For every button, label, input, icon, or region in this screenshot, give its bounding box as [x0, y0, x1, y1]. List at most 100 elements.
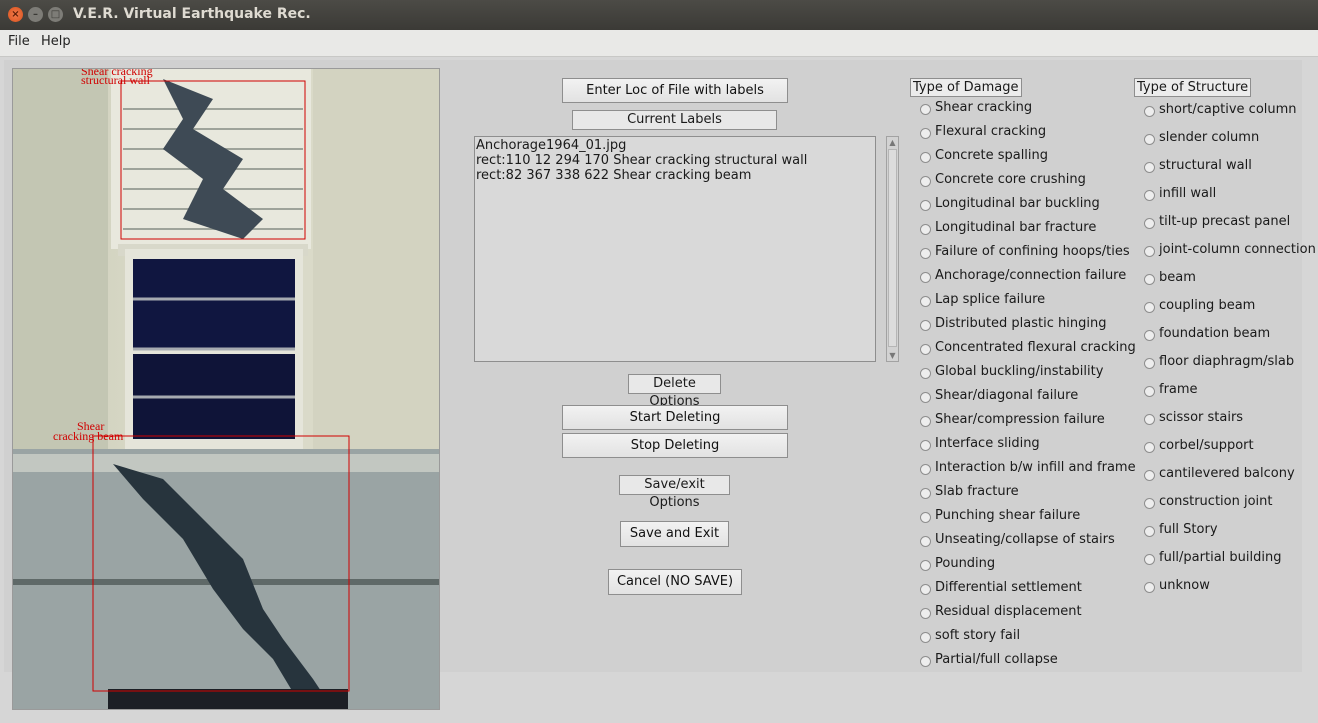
menu-help[interactable]: Help [41, 34, 71, 49]
damage-type-option-label: Differential settlement [935, 580, 1082, 595]
damage-type-option-label: Longitudinal bar fracture [935, 220, 1097, 235]
close-window-icon[interactable]: × [8, 7, 23, 22]
radio-button-icon[interactable] [1144, 470, 1155, 481]
structure-type-option-label: unknow [1159, 578, 1210, 593]
structure-type-option-label: coupling beam [1159, 298, 1256, 313]
radio-button-icon[interactable] [1144, 246, 1155, 257]
current-labels-heading: Current Labels [572, 110, 777, 130]
radio-button-icon[interactable] [1144, 162, 1155, 173]
scroll-up-icon[interactable]: ▲ [888, 138, 897, 147]
radio-button-icon[interactable] [920, 584, 931, 595]
damage-type-option-label: Shear/compression failure [935, 412, 1105, 427]
maximize-window-icon[interactable]: □ [48, 7, 63, 22]
radio-button-icon[interactable] [1144, 190, 1155, 201]
structure-type-option-label: construction joint [1159, 494, 1273, 509]
radio-button-icon[interactable] [920, 368, 931, 379]
damage-type-option-label: Failure of confining hoops/ties [935, 244, 1130, 259]
radio-button-icon[interactable] [1144, 358, 1155, 369]
annotation-label: structural wall [81, 73, 151, 87]
radio-button-icon[interactable] [920, 632, 931, 643]
radio-button-icon[interactable] [920, 272, 931, 283]
radio-button-icon[interactable] [1144, 386, 1155, 397]
structure-type-option-label: frame [1159, 382, 1198, 397]
radio-button-icon[interactable] [920, 416, 931, 427]
radio-button-icon[interactable] [920, 320, 931, 331]
radio-button-icon[interactable] [1144, 442, 1155, 453]
photo-canvas[interactable]: Shear cracking structural wall Shear cra… [13, 69, 439, 709]
radio-button-icon[interactable] [920, 152, 931, 163]
menu-bar: File Help [0, 30, 1318, 57]
radio-button-icon[interactable] [920, 656, 931, 667]
damage-type-option-label: Partial/full collapse [935, 652, 1058, 667]
start-deleting-button[interactable]: Start Deleting [562, 405, 788, 430]
radio-button-icon[interactable] [920, 512, 931, 523]
radio-button-icon[interactable] [1144, 414, 1155, 425]
radio-button-icon[interactable] [920, 344, 931, 355]
radio-button-icon[interactable] [920, 536, 931, 547]
radio-button-icon[interactable] [920, 248, 931, 259]
structure-type-option-label: tilt-up precast panel [1159, 214, 1291, 229]
damage-type-option-label: Lap splice failure [935, 292, 1046, 307]
structure-type-option-label: short/captive column [1159, 102, 1297, 117]
radio-button-icon[interactable] [920, 392, 931, 403]
radio-button-icon[interactable] [1144, 330, 1155, 341]
damage-type-option-label: Shear cracking [935, 100, 1033, 115]
labels-textarea[interactable]: Anchorage1964_01.jpg⁣ rect:110 12 294 17… [474, 136, 876, 362]
radio-button-icon[interactable] [920, 560, 931, 571]
damage-type-option-label: Concrete spalling [935, 148, 1049, 163]
damage-type-option-label: Pounding [935, 556, 996, 571]
scroll-thumb[interactable] [888, 149, 897, 347]
damage-type-option-label: Concrete core crushing [935, 172, 1086, 187]
save-and-exit-button[interactable]: Save and Exit [620, 521, 729, 547]
radio-button-icon[interactable] [920, 464, 931, 475]
radio-button-icon[interactable] [920, 104, 931, 115]
radio-button-icon[interactable] [1144, 106, 1155, 117]
label-line: rect:110 12 294 170 Shear cracking struc… [476, 153, 808, 168]
radio-button-icon[interactable] [920, 176, 931, 187]
damage-type-option-label: Unseating/collapse of stairs [935, 532, 1115, 547]
menu-file[interactable]: File [8, 34, 30, 49]
structure-type-option-label: cantilevered balcony [1159, 466, 1295, 481]
radio-button-icon[interactable] [1144, 554, 1155, 565]
radio-button-icon[interactable] [1144, 582, 1155, 593]
damage-photo[interactable]: Shear cracking structural wall Shear cra… [12, 68, 440, 710]
labels-scrollbar[interactable]: ▲ ▼ [886, 136, 899, 362]
radio-button-icon[interactable] [1144, 134, 1155, 145]
radio-button-icon[interactable] [920, 224, 931, 235]
structure-type-option-label: slender column [1159, 130, 1260, 145]
radio-button-icon[interactable] [920, 296, 931, 307]
window-title: V.E.R. Virtual Earthquake Rec. [73, 6, 311, 22]
radio-button-icon[interactable] [920, 488, 931, 499]
label-line: Anchorage1964_01.jpg⁣ [476, 138, 627, 153]
damage-type-option-label: Slab fracture [935, 484, 1019, 499]
cancel-button[interactable]: Cancel (NO SAVE) [608, 569, 742, 595]
radio-button-icon[interactable] [1144, 274, 1155, 285]
damage-type-option-label: Concentrated flexural cracking [935, 340, 1136, 355]
damage-type-option-label: Interaction b/w infill and frame [935, 460, 1136, 475]
structure-type-option-label: scissor stairs [1159, 410, 1244, 425]
radio-button-icon[interactable] [1144, 498, 1155, 509]
radio-button-icon[interactable] [1144, 302, 1155, 313]
radio-button-icon[interactable] [1144, 218, 1155, 229]
save-exit-heading: Save/exit Options [619, 475, 730, 510]
structure-type-option-label: joint-column connection [1159, 242, 1316, 257]
damage-type-option-label: Shear/diagonal failure [935, 388, 1079, 403]
scroll-down-icon[interactable]: ▼ [888, 351, 897, 360]
radio-button-icon[interactable] [920, 608, 931, 619]
annotation-label: cracking beam [53, 429, 124, 443]
structure-type-option-label: structural wall [1159, 158, 1252, 173]
structure-type-option-label: floor diaphragm/slab [1159, 354, 1295, 369]
radio-button-icon[interactable] [920, 128, 931, 139]
structure-type-option-label: full/partial building [1159, 550, 1282, 565]
radio-button-icon[interactable] [1144, 526, 1155, 537]
damage-type-option-label: Punching shear failure [935, 508, 1081, 523]
stop-deleting-button[interactable]: Stop Deleting [562, 433, 788, 458]
damage-type-option-label: Distributed plastic hinging [935, 316, 1107, 331]
enter-loc-button[interactable]: Enter Loc of File with labels [562, 78, 788, 103]
minimize-window-icon[interactable]: – [28, 7, 43, 22]
structure-type-heading: Type of Structure [1134, 78, 1252, 97]
damage-type-option-label: Global buckling/instability [935, 364, 1104, 379]
structure-type-option-label: infill wall [1159, 186, 1217, 201]
radio-button-icon[interactable] [920, 200, 931, 211]
radio-button-icon[interactable] [920, 440, 931, 451]
